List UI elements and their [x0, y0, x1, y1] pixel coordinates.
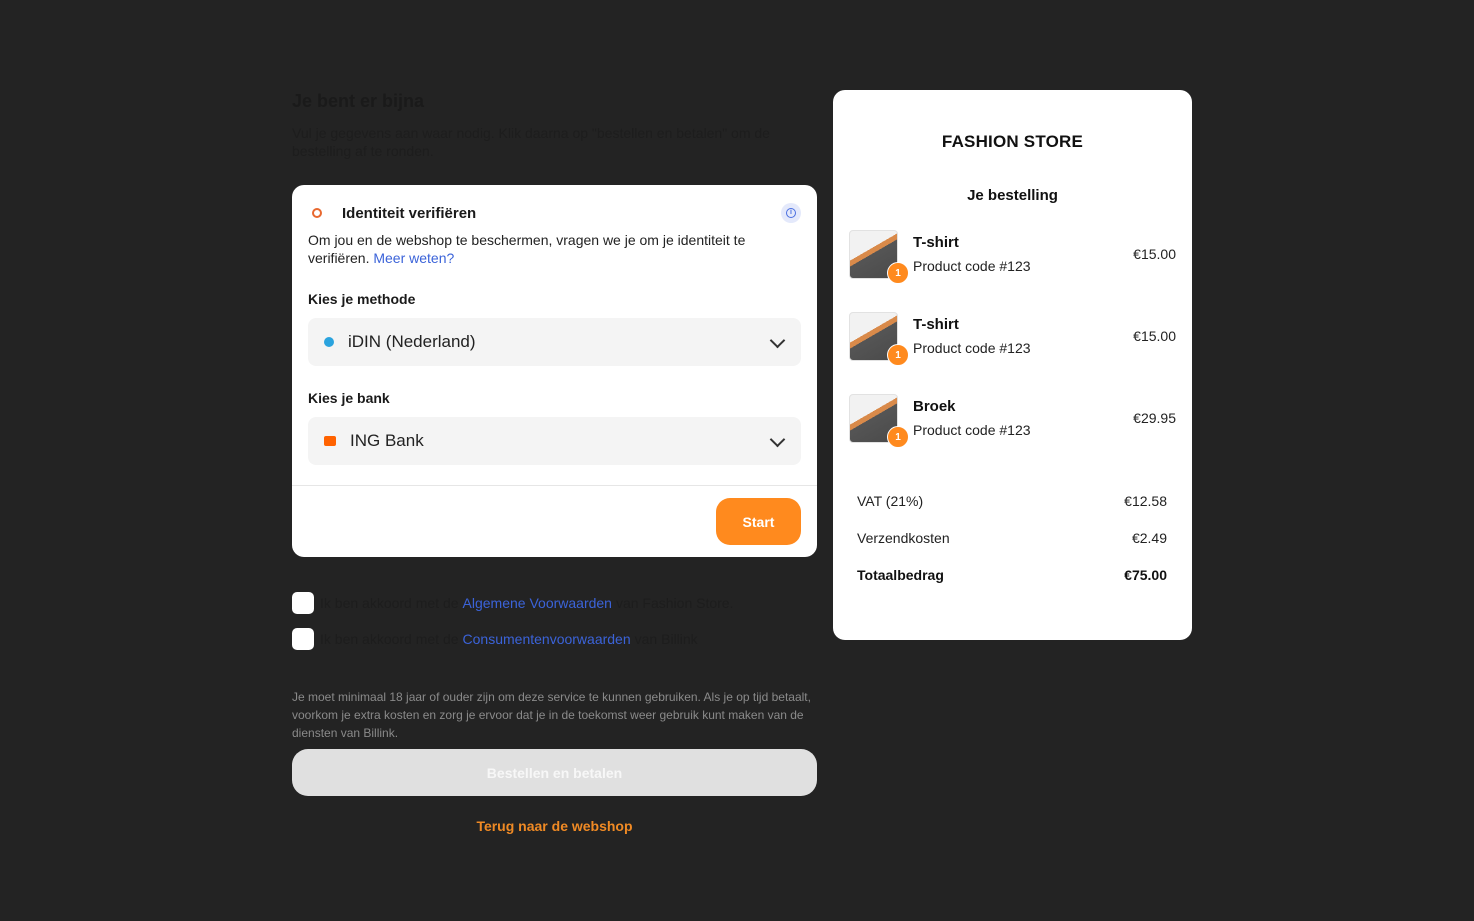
bank-label: Kies je bank: [308, 390, 390, 406]
method-select[interactable]: iDIN (Nederland): [308, 318, 801, 366]
order-summary: FASHION STORE Je bestelling 1 T-shirt Pr…: [833, 90, 1192, 640]
general-terms-checkbox[interactable]: [292, 592, 314, 614]
chevron-down-icon: [769, 431, 786, 448]
general-terms-link[interactable]: Algemene Voorwaarden: [463, 595, 612, 611]
card-header: Identiteit verifiëren i: [308, 203, 801, 223]
total-label: Totaalbedrag: [857, 567, 944, 583]
order-and-pay-button[interactable]: Bestellen en betalen: [292, 749, 817, 796]
shipping-value: €2.49: [1131, 530, 1167, 546]
card-description: Om jou en de webshop te beschermen, vrag…: [308, 232, 746, 266]
vat-label: VAT (21%): [857, 493, 924, 509]
item-price: €29.95: [1133, 410, 1176, 426]
intro: Je bent er bijna Vul je gegevens aan waa…: [292, 88, 817, 160]
shipping-label: Verzendkosten: [857, 530, 950, 546]
chevron-down-icon: [769, 332, 786, 349]
terms-row-consumer: Ik ben akkoord met de Consumentenvoorwaa…: [292, 628, 698, 650]
ing-bank-icon: [324, 436, 336, 446]
shipping-row: Verzendkosten €2.49: [857, 530, 1167, 546]
item-code: Product code #123: [913, 422, 1031, 438]
method-label: Kies je methode: [308, 291, 416, 307]
identity-verification-card: Identiteit verifiëren i Om jou en de web…: [292, 185, 817, 557]
quantity-badge: 1: [887, 262, 909, 284]
terms-row-general: Ik ben akkoord met de Algemene Voorwaard…: [292, 592, 733, 614]
more-info-link[interactable]: Meer weten?: [373, 250, 454, 266]
consumer-terms-checkbox[interactable]: [292, 628, 314, 650]
bank-select[interactable]: ING Bank: [308, 417, 801, 465]
list-item: 1 Broek Product code #123 €29.95: [849, 394, 1176, 448]
card-title: Identiteit verifiëren: [342, 204, 477, 222]
order-heading: Je bestelling: [967, 187, 1058, 204]
info-icon[interactable]: i: [781, 203, 801, 223]
method-value: iDIN (Nederland): [348, 332, 476, 351]
page-title: Je bent er bijna: [292, 91, 425, 111]
total-value: €75.00: [1124, 567, 1167, 583]
item-price: €15.00: [1133, 328, 1176, 344]
consumer-terms-link[interactable]: Consumentenvoorwaarden: [463, 631, 631, 647]
item-code: Product code #123: [913, 340, 1031, 356]
store-name: FASHION STORE: [941, 132, 1084, 151]
quantity-badge: 1: [887, 426, 909, 448]
status-ring-icon: [312, 208, 322, 218]
item-name: T-shirt: [913, 316, 959, 333]
start-button[interactable]: Start: [716, 498, 801, 545]
total-row: Totaalbedrag €75.00: [857, 567, 1167, 583]
item-price: €15.00: [1133, 246, 1176, 262]
vat-value: €12.58: [1124, 493, 1167, 509]
divider: [292, 485, 817, 486]
back-to-webshop-link[interactable]: Terug naar de webshop: [292, 818, 817, 834]
page-subtitle: Vul je gegevens aan waar nodig. Klik daa…: [292, 125, 770, 159]
item-code: Product code #123: [913, 258, 1031, 274]
vat-row: VAT (21%) €12.58: [857, 493, 1167, 509]
bank-value: ING Bank: [350, 431, 424, 450]
item-name: T-shirt: [913, 234, 959, 251]
list-item: 1 T-shirt Product code #123 €15.00: [849, 312, 1176, 366]
list-item: 1 T-shirt Product code #123 €15.00: [849, 230, 1176, 284]
age-disclaimer: Je moet minimaal 18 jaar of ouder zijn o…: [292, 690, 811, 740]
idin-icon: [324, 337, 334, 347]
quantity-badge: 1: [887, 344, 909, 366]
item-name: Broek: [913, 398, 956, 415]
